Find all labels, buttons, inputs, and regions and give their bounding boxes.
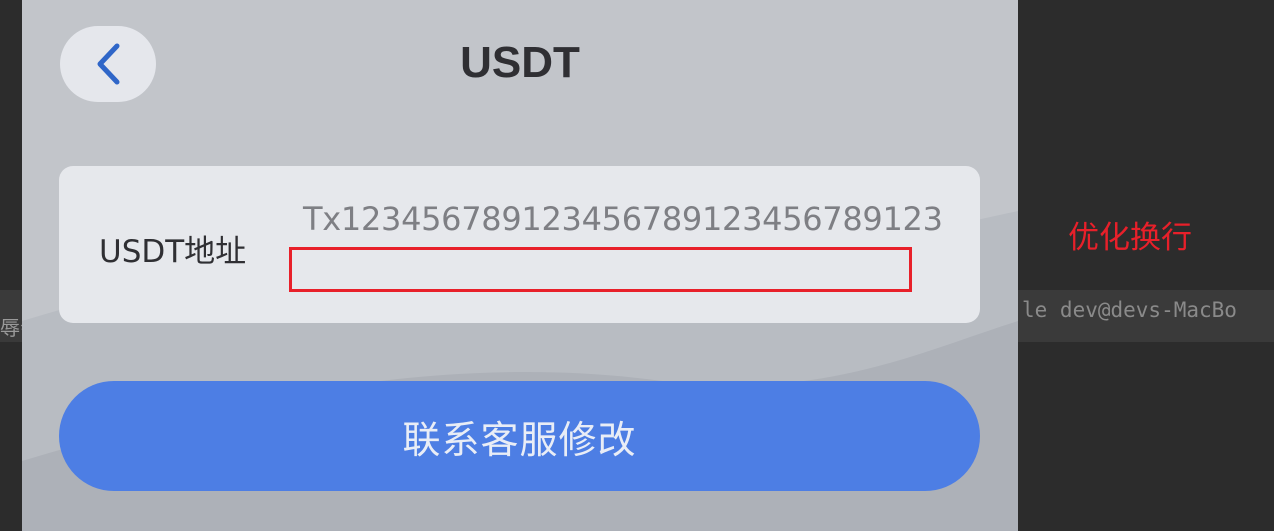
annotation-highlight-box	[289, 247, 912, 292]
annotation-text: 优化换行	[1068, 220, 1192, 256]
page-title: USDT	[460, 38, 580, 87]
usdt-address-label: USDT地址	[99, 234, 247, 270]
terminal-prompt-text: le dev@devs-MacBo	[1022, 298, 1237, 322]
usdt-address-card: USDT地址 Tx1234567891234567891234567891​23	[59, 166, 980, 323]
usdt-address-value: Tx1234567891234567891234567891​23	[303, 200, 943, 238]
contact-support-button[interactable]: 联系客服修改	[59, 381, 980, 491]
